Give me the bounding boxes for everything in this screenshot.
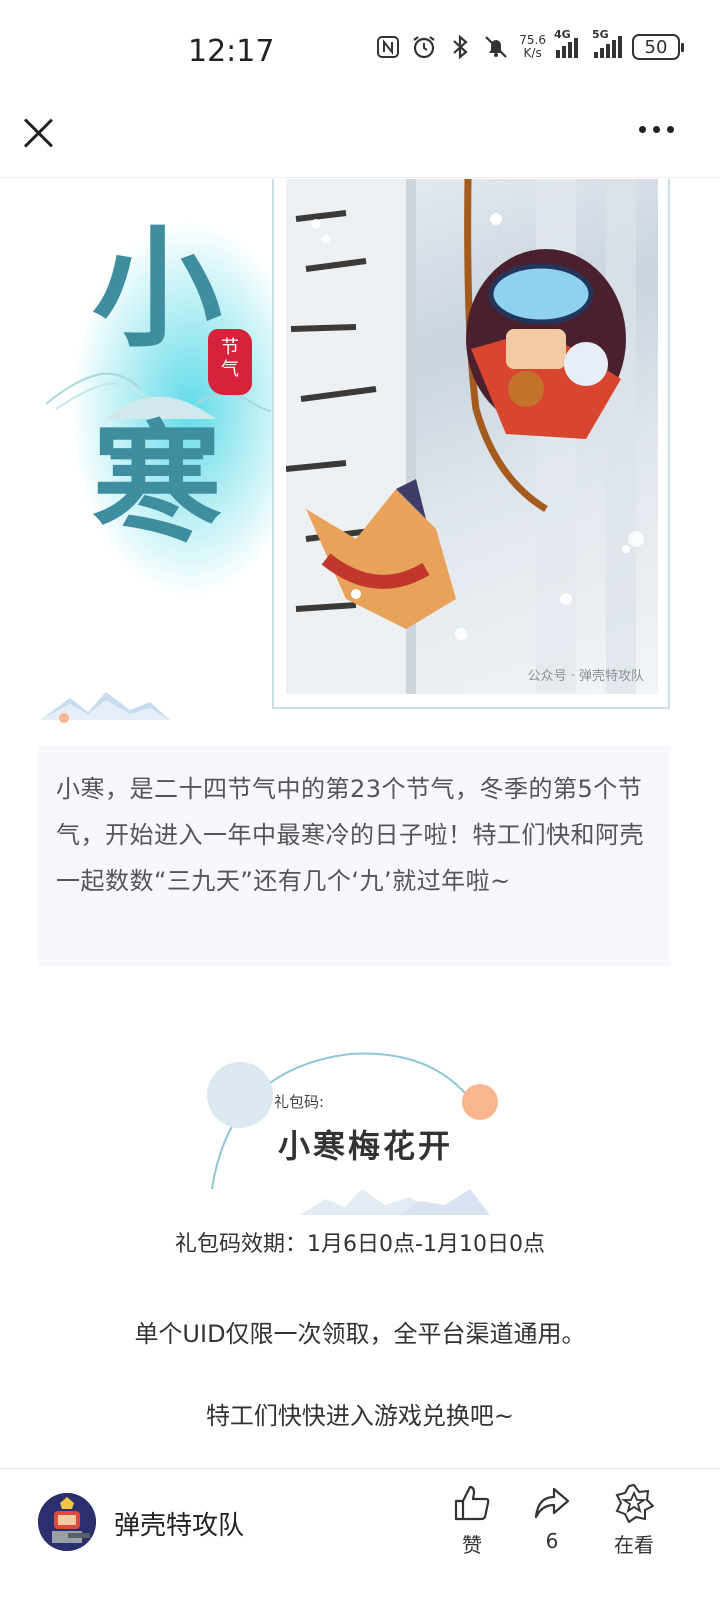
alarm-icon xyxy=(411,34,437,60)
share-count: 6 xyxy=(545,1529,559,1553)
seal-text: 节气 xyxy=(221,337,239,380)
gift-code-value[interactable]: 小寒梅花开 xyxy=(278,1121,453,1167)
close-icon[interactable] xyxy=(22,116,56,150)
status-bar: 12:17 75.6 K/s 4G 5G 50 xyxy=(0,0,720,100)
sim1-network-tag: 4G xyxy=(554,28,571,41)
illustration-frame: 公众号 · 弹壳特攻队 xyxy=(272,179,670,709)
nfc-icon xyxy=(375,34,401,60)
mute-icon xyxy=(483,34,509,60)
like-label: 赞 xyxy=(462,1533,482,1557)
title-char-1: 小 xyxy=(92,213,223,365)
illustration-art xyxy=(286,179,644,694)
cta-text: 特工们快快进入游戏兑换吧~ xyxy=(205,1402,515,1430)
battery-level: 50 xyxy=(644,36,668,58)
uid-note: 单个UID仅限一次领取，全平台渠道通用。 xyxy=(134,1320,586,1348)
signal-icon-2: 5G xyxy=(592,28,622,58)
hero-banner: 小 寒 节气 公众号 · 弹壳特攻队 xyxy=(0,179,720,739)
gift-code-block: 礼包码: 小寒梅花开 xyxy=(0,1039,720,1229)
wow-button[interactable]: 在看 xyxy=(604,1483,664,1558)
share-icon xyxy=(534,1487,570,1519)
wow-star-icon xyxy=(615,1483,654,1523)
battery-icon: 50 xyxy=(632,34,684,60)
gift-code-label: 礼包码: xyxy=(274,1093,325,1111)
share-button[interactable]: 6 xyxy=(522,1483,582,1553)
status-time: 12:17 xyxy=(188,34,275,69)
network-speed-unit: K/s xyxy=(523,46,542,60)
intro-box: 小寒，是二十四节气中的第23个节气，冬季的第5个节气，开始进入一年中最寒冷的日子… xyxy=(38,746,670,966)
bluetooth-icon xyxy=(447,34,473,60)
more-icon[interactable] xyxy=(639,126,674,133)
wow-label: 在看 xyxy=(614,1533,654,1557)
top-nav xyxy=(0,100,720,178)
title-char-2: 寒 xyxy=(92,408,223,560)
avatar-art xyxy=(38,1493,96,1551)
account-avatar[interactable] xyxy=(38,1493,96,1551)
status-icons: 75.6 K/s 4G 5G 50 xyxy=(375,28,684,60)
intro-text: 小寒，是二十四节气中的第23个节气，冬季的第5个节气，开始进入一年中最寒冷的日子… xyxy=(56,775,644,895)
watermark: 公众号 · 弹壳特攻队 xyxy=(527,669,644,684)
winter-illustration[interactable]: 公众号 · 弹壳特攻队 xyxy=(286,179,658,694)
validity-text: 礼包码效期：1月6日0点-1月10日0点 xyxy=(175,1232,545,1257)
like-button[interactable]: 赞 xyxy=(442,1483,502,1558)
article-body[interactable]: 小 寒 节气 公众号 · 弹壳特攻队 小寒，是二十四节气中的第23个节气，冬季的… xyxy=(0,179,720,1469)
signal-icon: 4G xyxy=(554,28,578,58)
solar-term-seal: 节气 xyxy=(208,329,252,395)
thumbs-up-icon xyxy=(454,1485,490,1521)
small-mountain-decoration xyxy=(40,692,170,723)
account-name[interactable]: 弹壳特攻队 xyxy=(114,1505,244,1542)
bottom-action-bar: 弹壳特攻队 赞 6 在看 xyxy=(0,1468,720,1600)
network-speed: 75.6 K/s xyxy=(519,34,546,60)
sim2-network-tag: 5G xyxy=(592,28,609,41)
